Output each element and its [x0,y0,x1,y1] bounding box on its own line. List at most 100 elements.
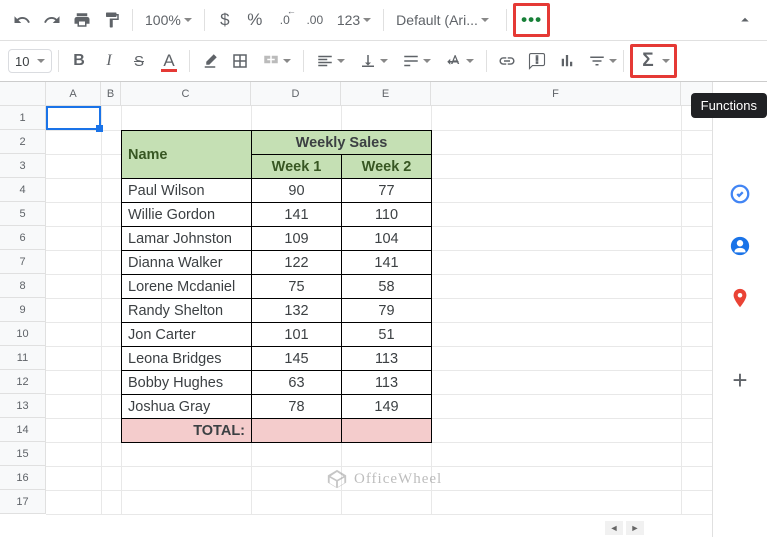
column-header[interactable]: E [341,82,431,105]
row-header[interactable]: 9 [0,298,45,322]
text-rotation-dropdown[interactable] [439,48,480,74]
scroll-right-button[interactable]: ► [626,521,644,535]
font-size-input[interactable]: 10 [8,49,52,73]
cell-name[interactable]: Randy Shelton [122,299,252,323]
print-button[interactable] [68,7,96,33]
cell-name[interactable]: Jon Carter [122,323,252,347]
row-header[interactable]: 15 [0,442,45,466]
row-header[interactable]: 4 [0,178,45,202]
add-panel-button[interactable]: + [728,368,752,392]
cell-week2[interactable]: 141 [342,251,432,275]
text-wrap-dropdown[interactable] [396,48,437,74]
cell-week2[interactable]: 110 [342,203,432,227]
cell-week2[interactable]: 77 [342,179,432,203]
cell-name[interactable]: Lorene Mcdaniel [122,275,252,299]
font-family-dropdown[interactable]: Default (Ari... [390,7,500,33]
cell-week1[interactable]: 75 [252,275,342,299]
column-header[interactable]: F [431,82,681,105]
horizontal-scroll[interactable]: ◄ ► [605,521,650,535]
redo-button[interactable] [38,7,66,33]
cell-week1[interactable]: 145 [252,347,342,371]
cell-week2[interactable]: 113 [342,347,432,371]
cells-area[interactable]: NameWeekly Sales Week 1Week 2 Paul Wilso… [46,106,712,514]
horizontal-align-dropdown[interactable] [310,48,351,74]
increase-decimal-button[interactable]: .00 [301,7,329,33]
total-week2 [342,419,432,443]
cell-week2[interactable]: 104 [342,227,432,251]
column-header[interactable]: B [101,82,121,105]
scroll-left-button[interactable]: ◄ [605,521,623,535]
cell-name[interactable]: Paul Wilson [122,179,252,203]
column-header[interactable]: A [46,82,101,105]
row-header[interactable]: 11 [0,346,45,370]
fill-handle[interactable] [96,125,103,132]
contacts-icon[interactable] [728,234,752,258]
cell-week1[interactable]: 122 [252,251,342,275]
table-row: Randy Shelton13279 [122,299,432,323]
cell-week2[interactable]: 51 [342,323,432,347]
cell-week2[interactable]: 149 [342,395,432,419]
cell-week1[interactable]: 90 [252,179,342,203]
cell-week2[interactable]: 58 [342,275,432,299]
vertical-align-dropdown[interactable] [353,48,394,74]
undo-button[interactable] [8,7,36,33]
row-header[interactable]: 17 [0,490,45,514]
percent-button[interactable]: % [241,7,269,33]
cell-name[interactable]: Bobby Hughes [122,371,252,395]
row-header[interactable]: 13 [0,394,45,418]
cell-week1[interactable]: 109 [252,227,342,251]
merge-cells-dropdown[interactable] [256,48,297,74]
cell-name[interactable]: Joshua Gray [122,395,252,419]
select-all-corner[interactable] [0,82,46,105]
insert-comment-button[interactable] [523,48,551,74]
row-header[interactable]: 1 [0,106,45,130]
functions-button[interactable]: Σ [634,48,662,74]
cell-selection [46,106,101,130]
table-row: Jon Carter10151 [122,323,432,347]
cell-name[interactable]: Leona Bridges [122,347,252,371]
decrease-decimal-button[interactable]: .0← [271,7,299,33]
cell-week2[interactable]: 79 [342,299,432,323]
cell-week1[interactable]: 101 [252,323,342,347]
insert-link-button[interactable] [493,48,521,74]
borders-button[interactable] [226,48,254,74]
row-header[interactable]: 12 [0,370,45,394]
more-toolbar-button[interactable]: ••• [517,7,546,33]
row-header[interactable]: 3 [0,154,45,178]
cell-name[interactable]: Willie Gordon [122,203,252,227]
keep-icon[interactable] [728,182,752,206]
row-header[interactable]: 2 [0,130,45,154]
paint-format-button[interactable] [98,7,126,33]
column-header[interactable]: C [121,82,251,105]
cell-week1[interactable]: 132 [252,299,342,323]
row-header[interactable]: 7 [0,250,45,274]
row-header[interactable]: 6 [0,226,45,250]
row-header[interactable]: 8 [0,274,45,298]
currency-button[interactable]: $ [211,7,239,33]
collapse-toolbar-button[interactable] [731,7,759,33]
filter-button[interactable] [583,48,611,74]
text-color-button[interactable]: A [155,48,183,74]
row-header[interactable]: 16 [0,466,45,490]
format-number-dropdown[interactable]: 123 [331,7,377,33]
italic-button[interactable]: I [95,48,123,74]
cell-week1[interactable]: 63 [252,371,342,395]
font-family-value: Default (Ari... [396,12,478,28]
fill-color-button[interactable] [196,48,224,74]
insert-chart-button[interactable] [553,48,581,74]
separator [303,50,304,72]
strikethrough-button[interactable]: S [125,48,153,74]
cell-name[interactable]: Dianna Walker [122,251,252,275]
cell-week1[interactable]: 141 [252,203,342,227]
row-header[interactable]: 14 [0,418,45,442]
maps-icon[interactable] [728,286,752,310]
row-header[interactable]: 5 [0,202,45,226]
cell-week1[interactable]: 78 [252,395,342,419]
zoom-dropdown[interactable]: 100% [139,7,198,33]
cell-week2[interactable]: 113 [342,371,432,395]
spreadsheet-area[interactable]: ABCDEF 1234567891011121314151617 NameWee… [0,82,712,537]
bold-button[interactable]: B [65,48,93,74]
column-header[interactable]: D [251,82,341,105]
cell-name[interactable]: Lamar Johnston [122,227,252,251]
row-header[interactable]: 10 [0,322,45,346]
